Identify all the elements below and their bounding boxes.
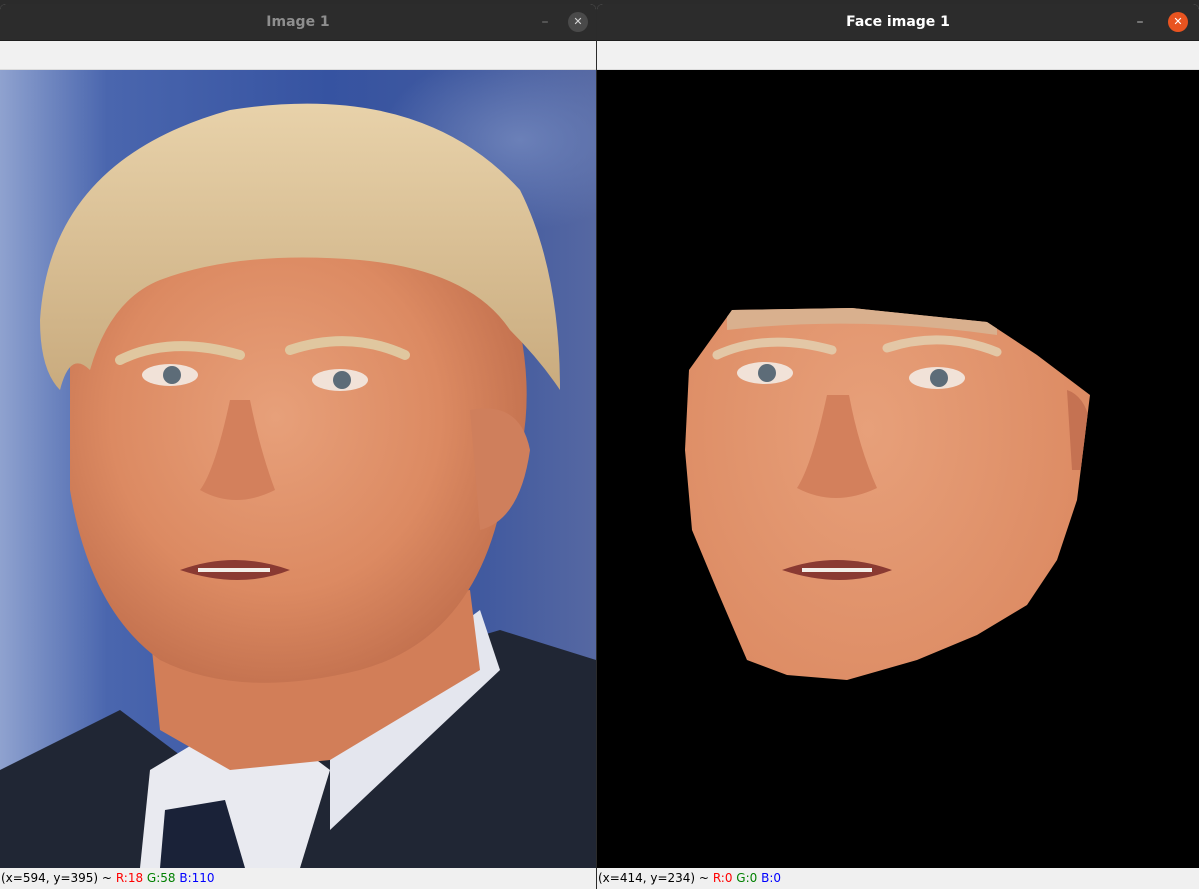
title-bar[interactable]: Face image 1 – ✕ (597, 4, 1199, 41)
toolbar (0, 41, 596, 70)
close-button[interactable]: ✕ (1168, 12, 1188, 32)
minimize-button[interactable]: – (536, 13, 554, 31)
red-value: R:18 (115, 871, 144, 885)
green-value: G:58 (146, 871, 176, 885)
green-value: G:0 (736, 871, 758, 885)
red-value: R:0 (712, 871, 733, 885)
blue-value: B:0 (761, 871, 782, 885)
cursor-coordinates: (x=594, y=395) ~ (1, 871, 112, 885)
face-canvas[interactable] (597, 70, 1199, 868)
image-window: Image 1 – ✕ (x=594, y=395) ~ R:18 G:58 B… (0, 4, 596, 889)
image-canvas[interactable] (0, 70, 596, 868)
window-title: Image 1 (266, 14, 330, 30)
title-bar[interactable]: Image 1 – ✕ (0, 4, 596, 41)
status-bar: (x=594, y=395) ~ R:18 G:58 B:110 (0, 868, 596, 889)
minimize-button[interactable]: – (1131, 13, 1149, 31)
toolbar (597, 41, 1199, 70)
blue-value: B:110 (179, 871, 215, 885)
window-title: Face image 1 (846, 14, 950, 30)
face-image-window: Face image 1 – ✕ (x=414, y=234) ~ R:0 G:… (597, 4, 1199, 889)
face-crop-image (685, 308, 1090, 680)
portrait-image (0, 103, 596, 868)
close-button[interactable]: ✕ (568, 12, 588, 32)
status-bar: (x=414, y=234) ~ R:0 G:0 B:0 (597, 868, 1199, 889)
cursor-coordinates: (x=414, y=234) ~ (598, 871, 709, 885)
